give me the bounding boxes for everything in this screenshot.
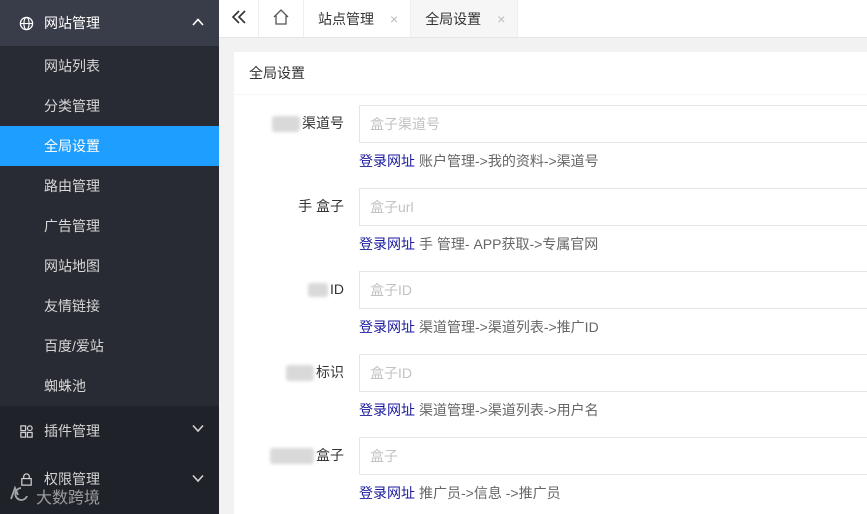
- box-input[interactable]: [359, 437, 867, 475]
- form-label: 盒子: [234, 437, 344, 473]
- form-row-box-url: 手 盒子 登录网址手 管理- APP获取->专属官网: [234, 178, 867, 261]
- double-chevron-left-icon: [231, 9, 247, 28]
- sidebar-item-label: 分类管理: [44, 98, 100, 114]
- tab-global-settings[interactable]: 全局设置 ×: [411, 0, 519, 37]
- sidebar-item-ads[interactable]: 广告管理: [0, 206, 219, 246]
- sidebar-item-friend-links[interactable]: 友情链接: [0, 286, 219, 326]
- chevron-down-icon: [191, 421, 205, 435]
- nav-group-plugins[interactable]: 插件管理: [0, 406, 219, 456]
- card-title: 全局设置: [234, 52, 867, 95]
- tab-site-management[interactable]: 站点管理 ×: [304, 0, 412, 37]
- form-row-identifier: 标识 登录网址渠道管理->渠道列表->用户名: [234, 344, 867, 427]
- sidebar-item-category[interactable]: 分类管理: [0, 86, 219, 126]
- sidebar-item-label: 网站列表: [44, 58, 100, 74]
- form-hint: 登录网址 账户管理->我的资料->渠道号: [359, 153, 599, 169]
- sidebar-item-sitemap[interactable]: 网站地图: [0, 246, 219, 286]
- tab-label: 站点管理: [318, 10, 374, 27]
- login-link[interactable]: 登录网址: [359, 402, 415, 418]
- form-row-box: 盒子 登录网址推广员->信息 ->推广员: [234, 427, 867, 510]
- login-link[interactable]: 登录网址: [359, 485, 415, 501]
- box-id-input[interactable]: [359, 271, 867, 309]
- sidebar-item-label: 路由管理: [44, 178, 100, 194]
- close-icon[interactable]: ×: [497, 11, 505, 27]
- login-link[interactable]: 登录网址: [359, 319, 415, 335]
- close-icon[interactable]: ×: [390, 11, 398, 27]
- sidebar-item-baidu[interactable]: 百度/爱站: [0, 326, 219, 366]
- tab-bar: 站点管理 × 全局设置 ×: [219, 0, 867, 38]
- globe-icon: [18, 15, 34, 31]
- sidebar-item-spider-pool[interactable]: 蜘蛛池: [0, 366, 219, 406]
- form-row-channel: 渠道号 登录网址账户管理->我的资料->渠道号: [234, 95, 867, 178]
- chevron-down-icon: [191, 471, 205, 485]
- nav-group-permissions[interactable]: 权限管理: [0, 456, 219, 502]
- sidebar-item-routes[interactable]: 路由管理: [0, 166, 219, 206]
- nav-group-label: 插件管理: [44, 423, 100, 439]
- form-label: 标识: [234, 354, 344, 390]
- lock-icon: [18, 471, 34, 487]
- sidebar-item-label: 全局设置: [44, 138, 100, 154]
- settings-card: 全局设置 渠道号 登录网址账户管理->我的资料->渠道号 手 盒子 登录网址手 …: [234, 52, 867, 514]
- nav-group-site-management[interactable]: 网站管理: [0, 0, 219, 46]
- form-hint: 登录网址 渠道管理->渠道列表->用户名: [359, 402, 599, 418]
- sidebar-item-label: 蜘蛛池: [44, 378, 86, 394]
- form-label: ID: [234, 271, 344, 307]
- tabs-scroll-left-button[interactable]: [219, 0, 259, 37]
- sidebar-item-site-list[interactable]: 网站列表: [0, 46, 219, 86]
- tab-home[interactable]: [259, 0, 304, 37]
- sidebar-item-label: 广告管理: [44, 218, 100, 234]
- form-row-id: ID 登录网址渠道管理->渠道列表->推广ID: [234, 261, 867, 344]
- nav-group-label: 权限管理: [44, 471, 100, 487]
- home-icon: [272, 8, 290, 29]
- nav-group-label: 网站管理: [44, 15, 100, 31]
- form-label: 手 盒子: [298, 198, 344, 214]
- chevron-up-icon: [191, 15, 205, 29]
- apps-icon: [18, 423, 34, 439]
- login-link[interactable]: 登录网址: [359, 236, 415, 252]
- sidebar-item-label: 百度/爱站: [44, 338, 104, 354]
- box-url-input[interactable]: [359, 188, 867, 226]
- sidebar-item-global-settings[interactable]: 全局设置: [0, 126, 219, 166]
- nav-submenu: 网站列表 分类管理 全局设置 路由管理 广告管理 网站地图 友情链接 百度/爱站…: [0, 46, 219, 406]
- sidebar-item-label: 网站地图: [44, 258, 100, 274]
- tab-label: 全局设置: [425, 10, 482, 27]
- form-hint: 登录网址手 管理- APP获取->专属官网: [359, 236, 599, 252]
- form-hint: 登录网址 推广员->信息 ->推广员: [359, 485, 561, 501]
- login-link[interactable]: 登录网址: [359, 153, 415, 169]
- identifier-input[interactable]: [359, 354, 867, 392]
- form-hint: 登录网址 渠道管理->渠道列表->推广ID: [359, 319, 599, 335]
- form-label: 渠道号: [234, 105, 344, 141]
- channel-input[interactable]: [359, 105, 867, 143]
- sidebar-item-label: 友情链接: [44, 298, 100, 314]
- sidebar: 网站管理 网站列表 分类管理 全局设置 路由管理 广告管理 网站地图 友情链接 …: [0, 0, 219, 514]
